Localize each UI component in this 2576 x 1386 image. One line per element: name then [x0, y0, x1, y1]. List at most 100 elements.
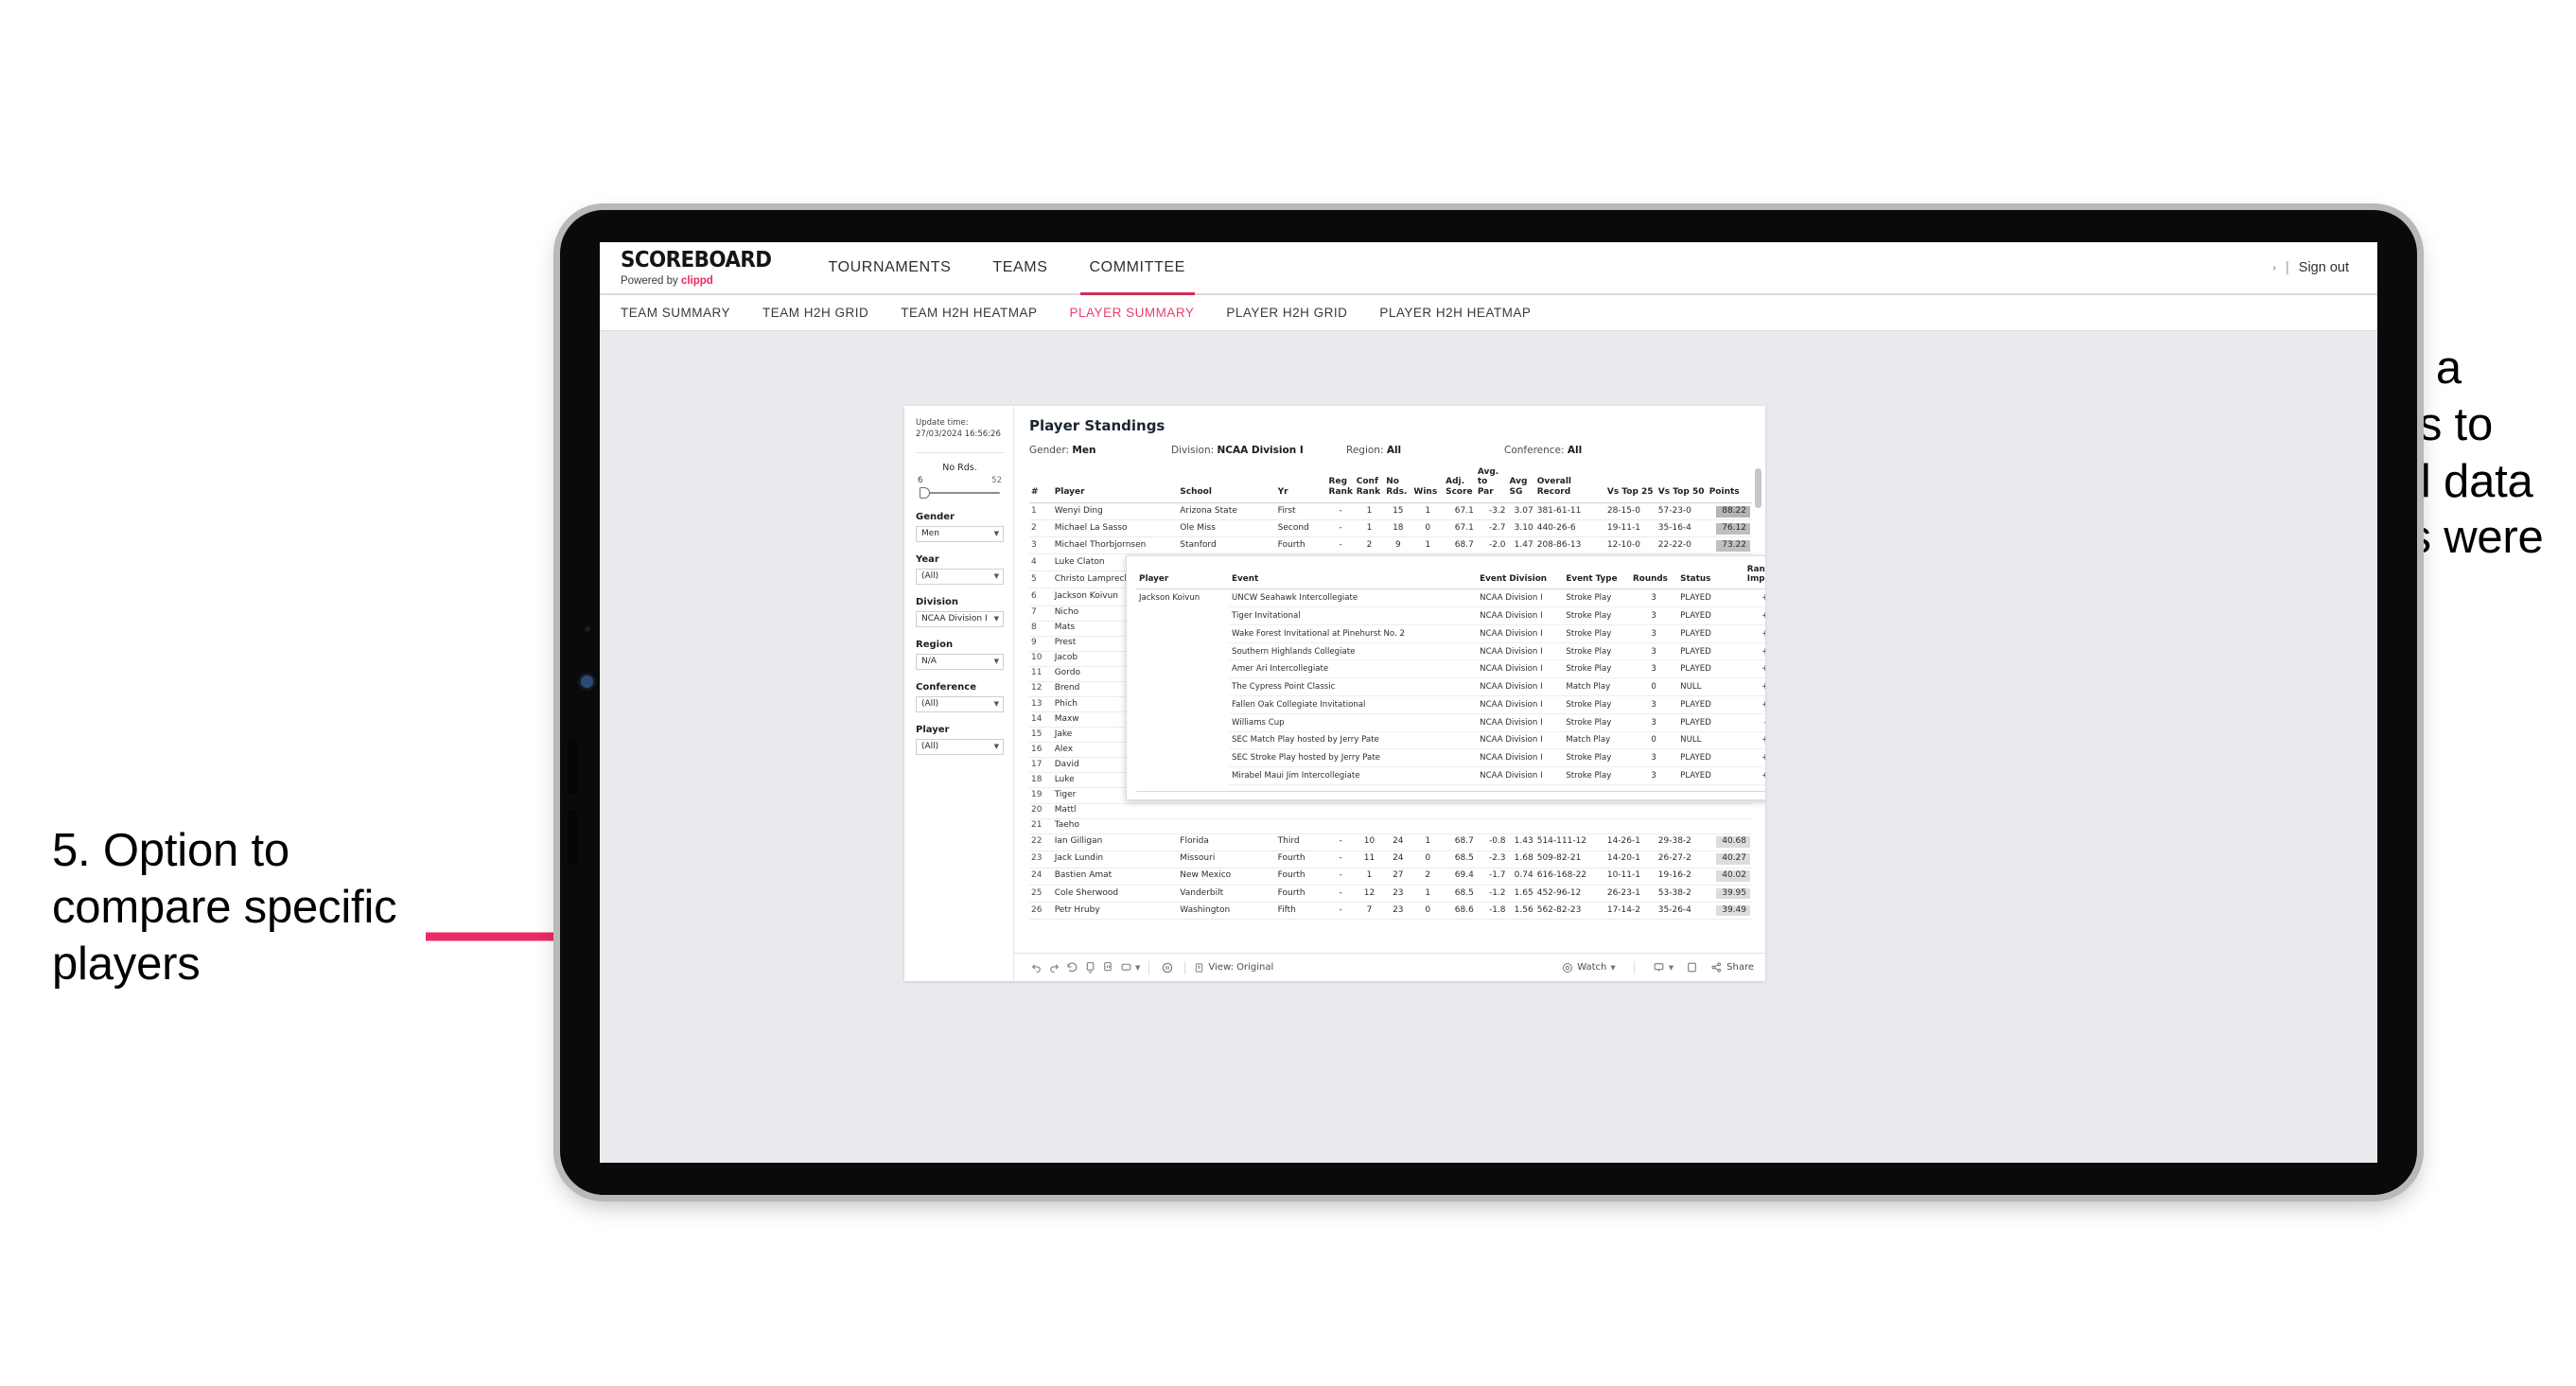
table-row[interactable]: 21 Taeho: [1029, 818, 1752, 834]
cell-points[interactable]: 39.49: [1707, 902, 1752, 921]
tooltip-cell-rounds: 3: [1630, 766, 1678, 785]
col-adj-score[interactable]: Adj. Score: [1444, 465, 1476, 504]
tooltip-cell-rounds: 0: [1630, 731, 1678, 750]
filter-year-select[interactable]: (All) ▼: [916, 568, 1004, 585]
fullscreen-icon[interactable]: [1683, 958, 1701, 976]
refresh-icon[interactable]: [1081, 958, 1099, 976]
chevron-right-icon[interactable]: ›: [2273, 263, 2276, 273]
subnav-item-player-h2h-grid[interactable]: PLAYER H2H GRID: [1226, 306, 1347, 320]
tooltip-cell-event: Williams Cup: [1229, 713, 1478, 732]
points-value[interactable]: 88.22: [1716, 505, 1750, 518]
no-rounds-slider[interactable]: No Rds. 6 52: [916, 463, 1004, 499]
tooltip-cell-player: [1136, 624, 1229, 642]
points-value[interactable]: 40.27: [1716, 853, 1750, 866]
slider-title: No Rds.: [942, 462, 977, 473]
chevron-down-icon[interactable]: ▼: [1610, 964, 1615, 972]
volume-down-button[interactable]: [568, 810, 577, 865]
subnav-item-team-summary[interactable]: TEAM SUMMARY: [621, 306, 730, 320]
cell-points[interactable]: [1707, 818, 1752, 834]
cell-no-rds: 23: [1384, 902, 1412, 921]
viz-toolbar: ▼ View: Original Watch ▼ ▼ Share: [1014, 953, 1765, 981]
scrollbar-thumb[interactable]: [1755, 468, 1761, 508]
revert-icon[interactable]: [1063, 958, 1081, 976]
col-conf-rank[interactable]: Conf Rank: [1354, 465, 1385, 504]
sign-out-link[interactable]: Sign out: [2299, 260, 2349, 275]
tooltip-row: Mirabel Maui Jim Intercollegiate NCAA Div…: [1136, 766, 1765, 785]
slider-handle[interactable]: [920, 486, 930, 499]
col-rank[interactable]: #: [1029, 465, 1053, 504]
table-row[interactable]: 22 Ian Gilligan Florida Third -10 24 1 68.7 -0.8…: [1029, 833, 1752, 851]
cell-conf-rank: 1: [1354, 502, 1385, 521]
col-reg-rank[interactable]: Reg Rank: [1326, 465, 1355, 504]
table-row[interactable]: 24 Bastien Amat New Mexico Fourth -1 27 2 69.4-…: [1029, 868, 1752, 886]
col-vs-top-25[interactable]: Vs Top 25: [1604, 465, 1656, 504]
cell-reg-rank: [1326, 803, 1355, 819]
share-button[interactable]: Share: [1710, 961, 1754, 974]
pause-auto-update-icon[interactable]: [1099, 958, 1117, 976]
topnav-item-tournaments[interactable]: TOURNAMENTS: [808, 242, 973, 293]
table-row[interactable]: 3 Michael Thorbjornsen Stanford Fourth -2 9 1 6…: [1029, 536, 1752, 555]
points-value[interactable]: 76.12: [1716, 522, 1750, 535]
col-avg-sg[interactable]: Avg SG: [1507, 465, 1535, 504]
col-points[interactable]: Points: [1707, 465, 1752, 504]
volume-up-button[interactable]: [568, 740, 577, 795]
points-value[interactable]: 40.02: [1716, 870, 1750, 883]
subnav-item-player-h2h-heatmap[interactable]: PLAYER H2H HEATMAP: [1379, 306, 1531, 320]
slider-track[interactable]: [916, 486, 1004, 499]
cell-points[interactable]: 88.22: [1707, 502, 1752, 521]
table-row[interactable]: 25 Cole Sherwood Vanderbilt Fourth -12 23 1 68.…: [1029, 885, 1752, 903]
col-yr[interactable]: Yr: [1275, 465, 1327, 504]
points-value[interactable]: 39.49: [1716, 904, 1750, 917]
tooltip-row: Tiger Invitational NCAA Division I Stroke …: [1136, 606, 1765, 625]
col-avg-to-par[interactable]: Avg. to Par: [1475, 465, 1508, 504]
topnav-item-committee[interactable]: COMMITTEE: [1069, 242, 1206, 295]
subnav-item-player-summary[interactable]: PLAYER SUMMARY: [1070, 306, 1195, 320]
chevron-down-icon[interactable]: ▼: [1135, 964, 1140, 972]
cell-points[interactable]: 73.22: [1707, 536, 1752, 555]
view-original-button[interactable]: View: Original: [1194, 962, 1273, 974]
points-value[interactable]: 39.95: [1716, 887, 1750, 900]
table-row[interactable]: 20 Mattl: [1029, 803, 1752, 819]
table-row[interactable]: 26 Petr Hruby Washington Fifth -7 23 0 68.6 -1.8…: [1029, 902, 1752, 921]
filter-conference-select[interactable]: (All) ▼: [916, 695, 1004, 712]
col-school[interactable]: School: [1178, 465, 1276, 504]
cell-points[interactable]: 76.12: [1707, 519, 1752, 538]
col-overall-rec[interactable]: Overall Record: [1534, 465, 1605, 504]
table-row[interactable]: 1 Wenyi Ding Arizona State First -1 15 1 67.1 -3…: [1029, 502, 1752, 521]
table-row[interactable]: 23 Jack Lundin Missouri Fourth -11 24 0 68.5 -2.…: [1029, 851, 1752, 868]
filter-label: Year: [916, 553, 939, 565]
col-player[interactable]: Player: [1052, 465, 1179, 504]
redo-icon[interactable]: [1045, 958, 1063, 976]
cell-points[interactable]: 40.02: [1707, 868, 1752, 886]
undo-icon[interactable]: [1027, 958, 1045, 976]
topnav-item-teams[interactable]: TEAMS: [972, 242, 1068, 293]
chevron-down-icon[interactable]: ▼: [1669, 964, 1674, 972]
cell-avg-to-par: -2.0: [1475, 536, 1508, 555]
filter-player-select[interactable]: (All) ▼: [916, 738, 1004, 755]
pause-refresh-icon[interactable]: [1158, 958, 1176, 976]
watch-button[interactable]: Watch ▼: [1562, 962, 1616, 974]
cell-rank: 7: [1029, 605, 1053, 622]
subscribe-button[interactable]: ▼: [1653, 961, 1674, 974]
points-value[interactable]: 40.68: [1716, 836, 1750, 849]
points-value[interactable]: 73.22: [1716, 539, 1750, 552]
cell-points[interactable]: [1707, 803, 1752, 819]
filter-gender-select[interactable]: Men ▼: [916, 525, 1004, 542]
cell-points[interactable]: 39.95: [1707, 885, 1752, 903]
filter-division-select[interactable]: NCAA Division I ▼: [916, 610, 1004, 627]
summary-key: Conference:: [1504, 445, 1565, 456]
brand-logo[interactable]: SCOREBOARD Powered by clippd: [600, 242, 808, 293]
subnav-item-team-h2h-heatmap[interactable]: TEAM H2H HEATMAP: [901, 306, 1037, 320]
filter-region-select[interactable]: N/A ▼: [916, 653, 1004, 670]
cell-points[interactable]: 40.27: [1707, 851, 1752, 868]
col-no-rds[interactable]: No Rds.: [1384, 465, 1412, 504]
table-row[interactable]: 2 Michael La Sasso Ole Miss Second -1 18 0 67.1…: [1029, 519, 1752, 538]
cell-points[interactable]: 40.68: [1707, 833, 1752, 851]
subnav-item-team-h2h-grid[interactable]: TEAM H2H GRID: [762, 306, 868, 320]
tooltip-cell-event: Wake Forest Invitational at Pinehurst No…: [1229, 624, 1478, 643]
device-layout-icon[interactable]: [1117, 958, 1135, 976]
tt-col-rounds: Rounds: [1630, 565, 1678, 590]
col-vs-top-50[interactable]: Vs Top 50: [1656, 465, 1708, 504]
col-wins[interactable]: Wins: [1411, 465, 1445, 504]
tooltip-cell-type: Stroke Play: [1563, 606, 1630, 625]
